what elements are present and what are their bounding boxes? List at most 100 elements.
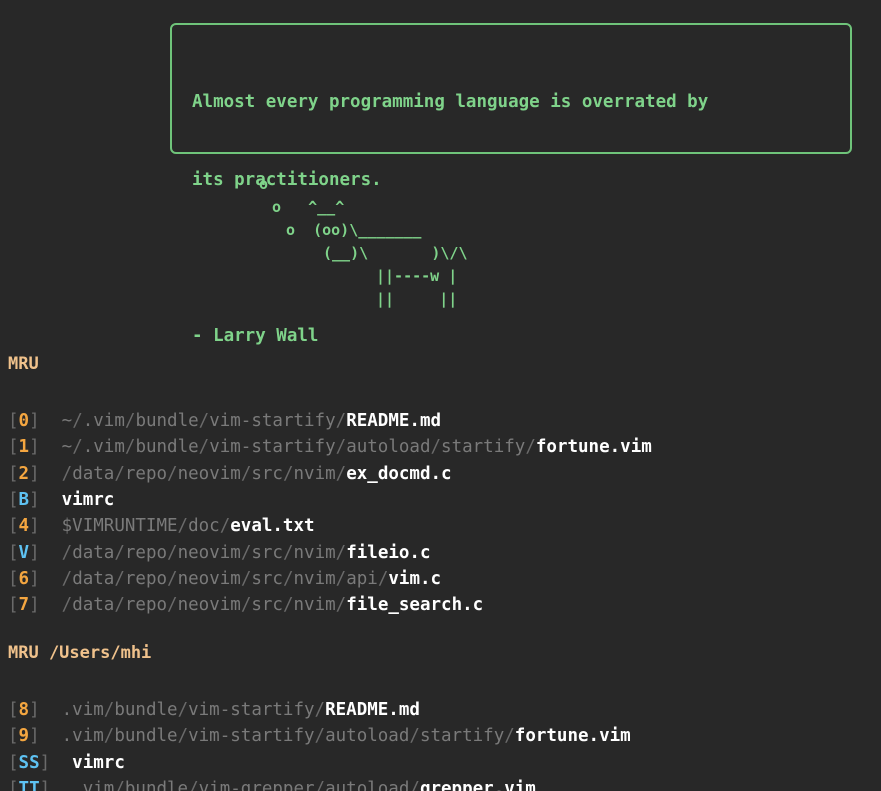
path-separator: /	[167, 595, 178, 616]
cow-line: ||----w |	[376, 267, 458, 285]
entry-path[interactable]: $VIMRUNTIME/doc/eval.txt	[62, 516, 315, 536]
bracket-close: ]	[29, 516, 40, 537]
entry-index[interactable]: 2	[19, 464, 30, 484]
entry-path[interactable]: vimrc	[72, 753, 125, 773]
path-separator: /	[72, 437, 83, 458]
entry-index[interactable]: 0	[19, 411, 30, 431]
path-segment: nvim	[293, 542, 336, 563]
entry-index[interactable]: 8	[19, 700, 30, 720]
path-separator: /	[177, 700, 189, 720]
mru-entry[interactable]: [1] ~/.vim/bundle/vim-startify/autoload/s…	[8, 434, 652, 460]
mru-entry[interactable]: [6]/data/repo/neovim/src/nvim/api/vim.c	[8, 566, 441, 592]
entry-path[interactable]: /data/repo/neovim/src/nvim/api/vim.c	[62, 569, 441, 589]
path-separator: /	[409, 778, 420, 791]
path-segment: bundle	[135, 437, 199, 458]
path-segment: bundle	[114, 726, 178, 747]
path-separator: /	[314, 778, 326, 791]
entry-index[interactable]: 6	[19, 569, 30, 589]
mru-entry[interactable]: [SS] vimrc	[8, 750, 125, 776]
entry-index[interactable]: 4	[19, 516, 30, 536]
path-separator: /	[114, 595, 125, 616]
path-segment: vim-startify	[188, 726, 315, 747]
path-separator: /	[114, 542, 125, 563]
bracket-close: ]	[29, 437, 40, 458]
bracket-close: ]	[39, 752, 51, 773]
bracket-open: [	[8, 437, 19, 458]
entry-filename: vimrc	[72, 752, 125, 773]
path-segment: nvim	[293, 568, 336, 589]
path-separator: /	[167, 463, 178, 484]
entry-index[interactable]: 1	[19, 437, 30, 457]
path-separator: /	[198, 411, 210, 431]
path-segment: .vim	[61, 726, 104, 747]
path-separator: /	[177, 516, 189, 537]
bracket-open: [	[8, 726, 19, 747]
path-separator: /	[282, 595, 294, 616]
entry-path[interactable]: /data/repo/neovim/src/nvim/file_search.c	[62, 595, 484, 615]
bracket-open: [	[8, 778, 19, 791]
mru-entry[interactable]: [0] ~/.vim/bundle/vim-startify/README.md	[8, 408, 441, 434]
quote-line: its practitioners.	[192, 170, 382, 190]
bracket-open: [	[8, 463, 19, 484]
path-segment: startify	[441, 437, 526, 458]
bracket-close: ]	[29, 463, 40, 484]
entry-path[interactable]: ~/.vim/bundle/vim-startify/README.md	[62, 411, 441, 431]
path-separator: /	[219, 516, 231, 537]
bracket-close: ]	[29, 595, 40, 616]
entry-filename: vim.c	[388, 568, 442, 589]
bracket-open: [	[8, 595, 19, 616]
path-separator: /	[240, 568, 252, 589]
path-segment: src	[251, 595, 283, 616]
ascii-cow: o o ^__^ o (oo)\_______ (__)\ )\/\ ||---…	[0, 173, 468, 357]
entry-index[interactable]: B	[19, 490, 30, 510]
path-segment: neovim	[177, 595, 241, 616]
entry-filename: file_search.c	[346, 595, 484, 616]
bracket-close: ]	[29, 411, 40, 431]
path-segment: ~	[61, 411, 73, 431]
mru-entry[interactable]: [4] $VIMRUNTIME/doc/eval.txt	[8, 513, 315, 539]
path-separator: /	[188, 778, 199, 791]
entry-path[interactable]: .vim/bundle/vim-grepper/autoload/grepper…	[72, 779, 536, 791]
path-segment: api	[346, 568, 378, 589]
mru-entry[interactable]: [2]/data/repo/neovim/src/nvim/ex_docmd.c	[8, 461, 452, 487]
path-segment: vim-startify	[209, 437, 336, 458]
path-separator: /	[504, 726, 515, 747]
bracket-open: [	[8, 542, 19, 563]
path-separator: /	[124, 437, 136, 458]
entry-path[interactable]: ~/.vim/bundle/vim-startify/autoload/star…	[62, 437, 652, 457]
entry-index[interactable]: SS	[19, 753, 40, 773]
path-separator: /	[114, 568, 125, 589]
entry-path[interactable]: /data/repo/neovim/src/nvim/fileio.c	[62, 543, 431, 563]
entry-index[interactable]: V	[19, 543, 30, 563]
entry-index[interactable]: 7	[19, 595, 30, 615]
entry-path[interactable]: vimrc	[62, 490, 115, 510]
entry-filename: fileio.c	[346, 542, 431, 563]
mru-entry[interactable]: [7]/data/repo/neovim/src/nvim/file_searc…	[8, 592, 483, 618]
entry-path[interactable]: .vim/bundle/vim-startify/README.md	[62, 700, 420, 720]
entry-path[interactable]: /data/repo/neovim/src/nvim/ex_docmd.c	[62, 464, 452, 484]
entry-index[interactable]: 9	[19, 726, 30, 746]
path-segment: vim-startify	[209, 411, 336, 431]
entry-filename: grepper.vim	[419, 778, 536, 791]
entry-filename: ex_docmd.c	[346, 463, 452, 484]
path-segment: src	[251, 463, 283, 484]
path-separator: /	[335, 568, 347, 589]
cow-line: (__)\ )\/\	[323, 244, 468, 262]
path-segment: neovim	[177, 542, 241, 563]
entry-index[interactable]: TT	[19, 779, 40, 791]
path-segment: nvim	[293, 463, 336, 484]
path-separator: /	[314, 726, 326, 747]
mru-entry[interactable]: [8] .vim/bundle/vim-startify/README.md	[8, 697, 420, 723]
bracket-open: [	[8, 700, 19, 720]
mru-entry[interactable]: [B] vimrc	[8, 487, 114, 513]
entry-path[interactable]: .vim/bundle/vim-startify/autoload/starti…	[62, 726, 631, 746]
path-segment: bundle	[114, 700, 178, 720]
path-separator: /	[335, 542, 347, 563]
mru-entry[interactable]: [9] .vim/bundle/vim-startify/autoload/sta…	[8, 723, 631, 749]
path-separator: /	[282, 463, 294, 484]
mru-entry[interactable]: [V]/data/repo/neovim/src/nvim/fileio.c	[8, 540, 431, 566]
path-segment: bundle	[124, 778, 189, 791]
mru-entry[interactable]: [TT] .vim/bundle/vim-grepper/autoload/gre…	[8, 776, 536, 791]
path-segment: neovim	[177, 568, 241, 589]
path-segment: autoload	[346, 437, 431, 458]
